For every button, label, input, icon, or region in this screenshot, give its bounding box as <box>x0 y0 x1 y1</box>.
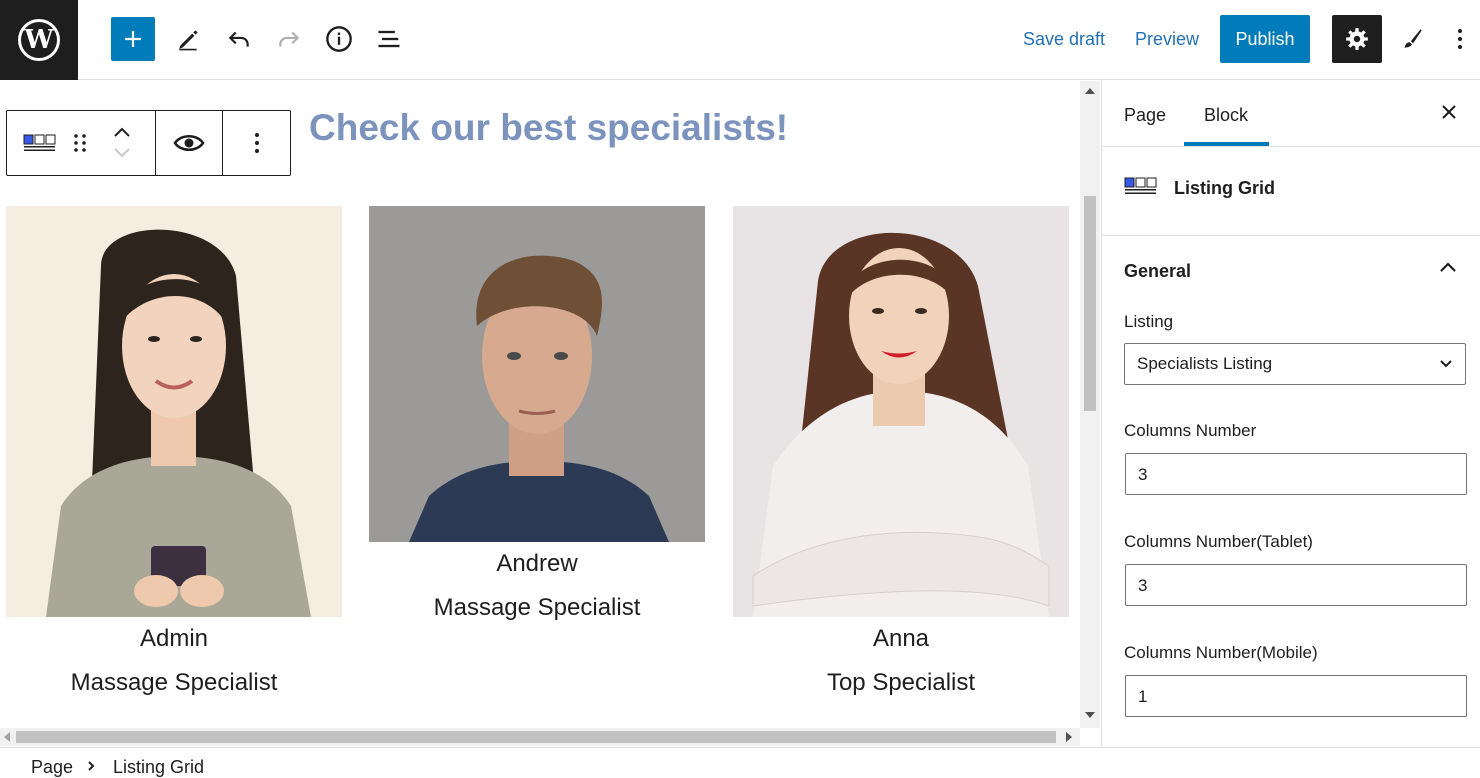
block-card: Listing Grid <box>1102 147 1480 236</box>
chevron-down-icon <box>1440 360 1452 368</box>
details-button[interactable] <box>317 17 361 61</box>
block-switcher-group <box>7 111 156 175</box>
list-view-icon <box>378 30 400 48</box>
block-options-button[interactable] <box>223 111 290 175</box>
listing-label: Listing <box>1124 312 1174 331</box>
settings-sidebar: Page Block Listing Grid General Listing … <box>1101 81 1480 747</box>
columns-number-input[interactable]: 3 <box>1125 453 1467 495</box>
publish-button[interactable]: Publish <box>1220 15 1310 63</box>
undo-icon <box>228 31 249 47</box>
close-icon[interactable] <box>1438 101 1460 123</box>
move-down-icon[interactable] <box>112 147 132 159</box>
undo-button[interactable] <box>217 17 261 61</box>
specialist-name: Anna <box>872 625 930 652</box>
columns-tablet-label: Columns Number(Tablet) <box>1124 532 1313 551</box>
breadcrumb: Page Listing Grid <box>0 747 1480 778</box>
listing-grid-icon <box>1124 177 1157 194</box>
horizontal-scroll-thumb[interactable] <box>16 731 1056 743</box>
sidebar-tabs: Page Block <box>1102 81 1480 147</box>
specialist-card[interactable]: Andrew Massage Specialist <box>369 206 705 624</box>
wordpress-logo-icon[interactable]: W <box>0 0 78 80</box>
kebab-icon <box>1458 29 1462 49</box>
columns-mobile-label: Columns Number(Mobile) <box>1124 643 1318 662</box>
breadcrumb-listing-grid[interactable]: Listing Grid <box>113 757 204 778</box>
tab-block[interactable]: Block <box>1204 105 1248 126</box>
options-button[interactable] <box>1440 17 1480 61</box>
listing-select[interactable]: Specialists Listing <box>1124 343 1466 385</box>
chevron-up-icon[interactable] <box>1438 261 1458 275</box>
specialist-role: Massage Specialist <box>70 669 278 696</box>
specialist-name: Admin <box>139 625 209 652</box>
save-draft-button[interactable]: Save draft <box>1023 29 1105 50</box>
scroll-left-arrow-icon[interactable] <box>4 732 10 742</box>
editor-header: W Save draft Preview Publish <box>0 0 1480 80</box>
scroll-down-arrow-icon[interactable] <box>1085 712 1095 718</box>
pencil-icon <box>179 30 198 51</box>
listing-select-value: Specialists Listing <box>1137 354 1273 373</box>
settings-button[interactable] <box>1332 15 1382 63</box>
listing-grid-icon[interactable] <box>23 134 57 152</box>
specialist-role: Massage Specialist <box>433 594 641 621</box>
move-up-icon[interactable] <box>112 126 132 138</box>
columns-mobile-input[interactable]: 1 <box>1125 675 1467 717</box>
eye-icon <box>173 135 205 151</box>
specialist-photo <box>6 206 342 617</box>
specialist-card[interactable]: Anna Top Specialist <box>733 206 1069 699</box>
vertical-scrollbar[interactable] <box>1080 81 1100 728</box>
scroll-right-arrow-icon[interactable] <box>1066 732 1072 742</box>
specialist-card[interactable]: Admin Massage Specialist <box>6 206 342 699</box>
specialist-name: Andrew <box>496 550 578 577</box>
editor-canvas: Check our best specialists! Admin Massag… <box>0 81 1080 728</box>
scroll-up-arrow-icon[interactable] <box>1085 88 1095 94</box>
columns-tablet-input[interactable]: 3 <box>1125 564 1467 606</box>
styles-button[interactable] <box>1390 17 1434 61</box>
add-block-button[interactable] <box>111 17 155 61</box>
drag-icon[interactable] <box>73 133 87 153</box>
tools-button[interactable] <box>167 17 211 61</box>
active-tab-indicator <box>1184 142 1269 146</box>
breadcrumb-page[interactable]: Page <box>31 757 73 778</box>
specialist-role: Top Specialist <box>826 669 976 696</box>
block-title: Listing Grid <box>1174 178 1275 198</box>
kebab-icon <box>254 133 259 153</box>
vertical-scroll-thumb[interactable] <box>1084 196 1096 411</box>
horizontal-scrollbar[interactable] <box>0 728 1080 746</box>
specialist-photo <box>369 206 705 542</box>
breadcrumb-chevron-icon <box>88 761 95 771</box>
columns-number-label: Columns Number <box>1124 421 1257 440</box>
block-toolbar <box>6 110 291 176</box>
redo-icon <box>279 31 300 47</box>
gear-icon <box>1346 28 1368 50</box>
info-icon <box>326 26 352 52</box>
plus-icon <box>125 31 141 47</box>
tab-page[interactable]: Page <box>1124 105 1166 126</box>
general-panel-toggle[interactable]: General <box>1124 261 1191 282</box>
preview-button[interactable]: Preview <box>1135 29 1199 50</box>
list-view-button[interactable] <box>367 17 411 61</box>
specialist-photo <box>733 206 1069 617</box>
redo-button[interactable] <box>267 17 311 61</box>
visibility-button[interactable] <box>156 111 223 175</box>
brush-icon <box>1404 29 1422 48</box>
section-heading[interactable]: Check our best specialists! <box>309 107 788 149</box>
